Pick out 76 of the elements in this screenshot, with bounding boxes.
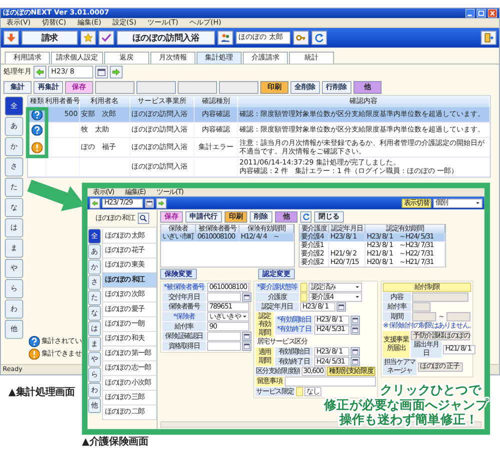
arrow-button[interactable]: [156, 198, 167, 208]
arrow-button[interactable]: [90, 198, 100, 208]
calendar-button[interactable]: [242, 332, 252, 341]
caption: ▲介護保険画面: [82, 436, 148, 448]
calendar-icon: [244, 294, 250, 300]
table-cell: [46, 122, 80, 138]
question-icon: [31, 108, 42, 120]
arrow-icon: [112, 68, 120, 76]
arrow-icon: [6, 32, 16, 43]
people-icon: [220, 32, 230, 43]
refresh-icon: [314, 32, 324, 43]
key-button[interactable]: [293, 30, 309, 45]
star-icon: [83, 32, 94, 43]
arrow-icon: [92, 200, 98, 206]
refresh-icon: [302, 212, 310, 220]
table-cell: [80, 158, 130, 178]
users-button[interactable]: [218, 30, 234, 45]
refresh-button[interactable]: [312, 30, 327, 45]
warning-icon: [31, 142, 42, 153]
highlight-frame: [26, 107, 48, 158]
maximize-button[interactable]: [476, 9, 486, 18]
calendar-icon: [244, 333, 250, 340]
close-button[interactable]: [488, 9, 497, 18]
search-icon: [139, 214, 148, 222]
table-cell: [46, 138, 80, 158]
calendar-icon: [97, 68, 106, 76]
calendar-icon: [244, 343, 250, 350]
calendar-button[interactable]: [350, 315, 360, 324]
calendar-button[interactable]: [144, 198, 154, 208]
exit-door-icon: [484, 32, 494, 43]
back-button[interactable]: [4, 30, 19, 45]
calendar-icon: [352, 358, 358, 365]
date-field[interactable]: [207, 342, 241, 351]
caret-icon: [242, 314, 248, 320]
input-field[interactable]: [412, 292, 468, 302]
calendar-button[interactable]: [350, 357, 360, 366]
favorite-button[interactable]: [80, 30, 96, 45]
input-field[interactable]: [446, 312, 470, 322]
calendar-icon: [352, 326, 358, 333]
date-field[interactable]: [207, 292, 241, 302]
calendar-button[interactable]: [350, 347, 360, 356]
exit-button[interactable]: [480, 30, 496, 45]
calendar-icon: [146, 200, 153, 206]
minimize-button[interactable]: [466, 9, 475, 18]
arrow-icon: [36, 68, 44, 76]
question-icon: [31, 124, 42, 136]
input-field[interactable]: [412, 312, 436, 322]
table-cell: [46, 158, 80, 178]
status-indicator: [296, 387, 304, 396]
module-title: 請求: [22, 30, 78, 45]
office-title: ほのぼの訪問入浴: [116, 30, 215, 45]
promo-text: クリックひとつで: [380, 382, 481, 398]
question-icon: [28, 336, 40, 348]
arrow-button[interactable]: [34, 66, 46, 78]
caption: ▲集計処理画面: [8, 386, 75, 398]
calendar-button[interactable]: [242, 292, 252, 302]
warning-icon: [28, 348, 40, 360]
check-button[interactable]: [98, 30, 114, 45]
calendar-icon: [352, 348, 358, 355]
calendar-icon: [338, 304, 344, 310]
calendar-button[interactable]: [336, 302, 346, 312]
caret-icon: [475, 200, 480, 206]
arrow-icon: [158, 200, 164, 206]
arrow-button[interactable]: [110, 66, 122, 78]
search-button[interactable]: [138, 212, 149, 224]
calendar-button[interactable]: [95, 66, 108, 78]
checkmark-icon: [102, 32, 112, 43]
notes-field[interactable]: [284, 376, 376, 386]
refresh-button[interactable]: [300, 211, 312, 222]
promo-text: 操作も迷わず簡単修正！: [340, 412, 478, 427]
input-field[interactable]: [412, 302, 430, 312]
key-icon: [296, 32, 306, 43]
date-field[interactable]: [207, 332, 241, 341]
calendar-icon: [352, 316, 358, 324]
calendar-button[interactable]: [242, 342, 252, 351]
calendar-button[interactable]: [350, 325, 360, 334]
